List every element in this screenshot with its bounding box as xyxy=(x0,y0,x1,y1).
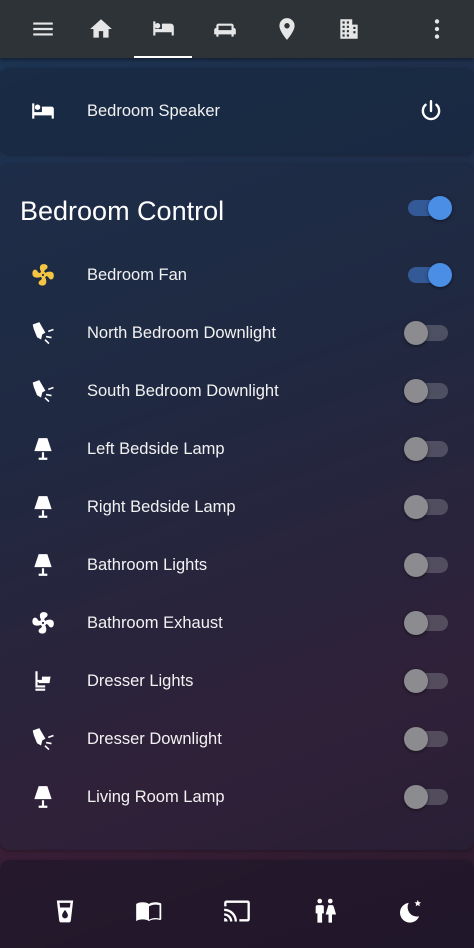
entity-label: South Bedroom Downlight xyxy=(87,381,279,400)
active-tab-indicator xyxy=(134,56,192,58)
entity-label: Dresser Downlight xyxy=(87,729,222,748)
entity-toggle[interactable] xyxy=(404,379,448,403)
entity-toggle[interactable] xyxy=(404,321,448,345)
weather-night-icon[interactable] xyxy=(396,896,426,926)
speaker-label: Bedroom Speaker xyxy=(87,101,220,120)
fan-icon xyxy=(28,608,58,638)
entity-label: Bathroom Lights xyxy=(87,555,208,574)
lamp-icon xyxy=(28,492,58,522)
toggle-knob xyxy=(428,263,452,287)
toggle-knob xyxy=(404,611,428,635)
menu-icon[interactable] xyxy=(14,0,72,58)
entity-row[interactable]: Bedroom Fan xyxy=(0,246,474,304)
entity-row[interactable]: Dresser Downlight xyxy=(0,710,474,768)
entity-toggle[interactable] xyxy=(404,553,448,577)
entity-label: Bedroom Fan xyxy=(87,265,187,284)
map-marker-icon[interactable] xyxy=(258,0,316,58)
entity-toggle[interactable] xyxy=(404,727,448,751)
cup-water-icon[interactable] xyxy=(50,896,80,926)
entity-row[interactable]: South Bedroom Downlight xyxy=(0,362,474,420)
entity-toggle[interactable] xyxy=(408,263,452,287)
cast-icon[interactable] xyxy=(222,896,252,926)
top-app-bar xyxy=(0,0,474,58)
lamp-icon xyxy=(28,550,58,580)
lamp-icon xyxy=(28,782,58,812)
card-title: Bedroom Control xyxy=(20,196,225,226)
entity-row[interactable]: Bathroom Lights xyxy=(0,536,474,594)
entity-label: Living Room Lamp xyxy=(87,787,225,806)
power-icon[interactable] xyxy=(418,98,444,124)
book-open-icon[interactable] xyxy=(134,896,164,926)
toggle-knob xyxy=(404,437,428,461)
toggle-knob xyxy=(404,785,428,809)
lamp-icon xyxy=(28,434,58,464)
entity-label: Right Bedside Lamp xyxy=(87,497,236,516)
toggle-knob xyxy=(404,553,428,577)
spotlight-icon xyxy=(28,318,58,348)
spotlight-icon xyxy=(28,724,58,754)
desk-lamp-icon xyxy=(28,666,58,696)
entity-row[interactable]: Living Room Lamp xyxy=(0,768,474,826)
entity-toggle[interactable] xyxy=(404,611,448,635)
entity-label: Left Bedside Lamp xyxy=(87,439,225,458)
entity-toggle[interactable] xyxy=(404,785,448,809)
fan-icon xyxy=(28,260,58,290)
bed-icon xyxy=(28,96,58,126)
entity-row[interactable]: North Bedroom Downlight xyxy=(0,304,474,362)
human-male-female-icon[interactable] xyxy=(310,896,340,926)
toggle-knob xyxy=(404,669,428,693)
sofa-icon[interactable] xyxy=(196,0,254,58)
entity-toggle[interactable] xyxy=(404,437,448,461)
toggle-knob xyxy=(404,727,428,751)
entity-row[interactable]: Left Bedside Lamp xyxy=(0,420,474,478)
entity-label: Bathroom Exhaust xyxy=(87,613,223,632)
toggle-knob xyxy=(404,321,428,345)
toggle-knob xyxy=(428,196,452,220)
toggle-knob xyxy=(404,495,428,519)
entity-row[interactable]: Dresser Lights xyxy=(0,652,474,710)
entity-toggle[interactable] xyxy=(404,669,448,693)
entity-toggle[interactable] xyxy=(404,495,448,519)
master-toggle[interactable] xyxy=(408,196,452,220)
entity-row[interactable]: Right Bedside Lamp xyxy=(0,478,474,536)
more-vert-icon[interactable] xyxy=(408,0,466,58)
toggle-knob xyxy=(404,379,428,403)
entity-label: North Bedroom Downlight xyxy=(87,323,276,342)
entity-row[interactable]: Bathroom Exhaust xyxy=(0,594,474,652)
speaker-row[interactable]: Bedroom Speaker xyxy=(0,82,474,140)
spotlight-icon xyxy=(28,376,58,406)
home-icon[interactable] xyxy=(72,0,130,58)
entity-label: Dresser Lights xyxy=(87,671,194,690)
bed-icon[interactable] xyxy=(134,0,192,58)
office-building-icon[interactable] xyxy=(320,0,378,58)
